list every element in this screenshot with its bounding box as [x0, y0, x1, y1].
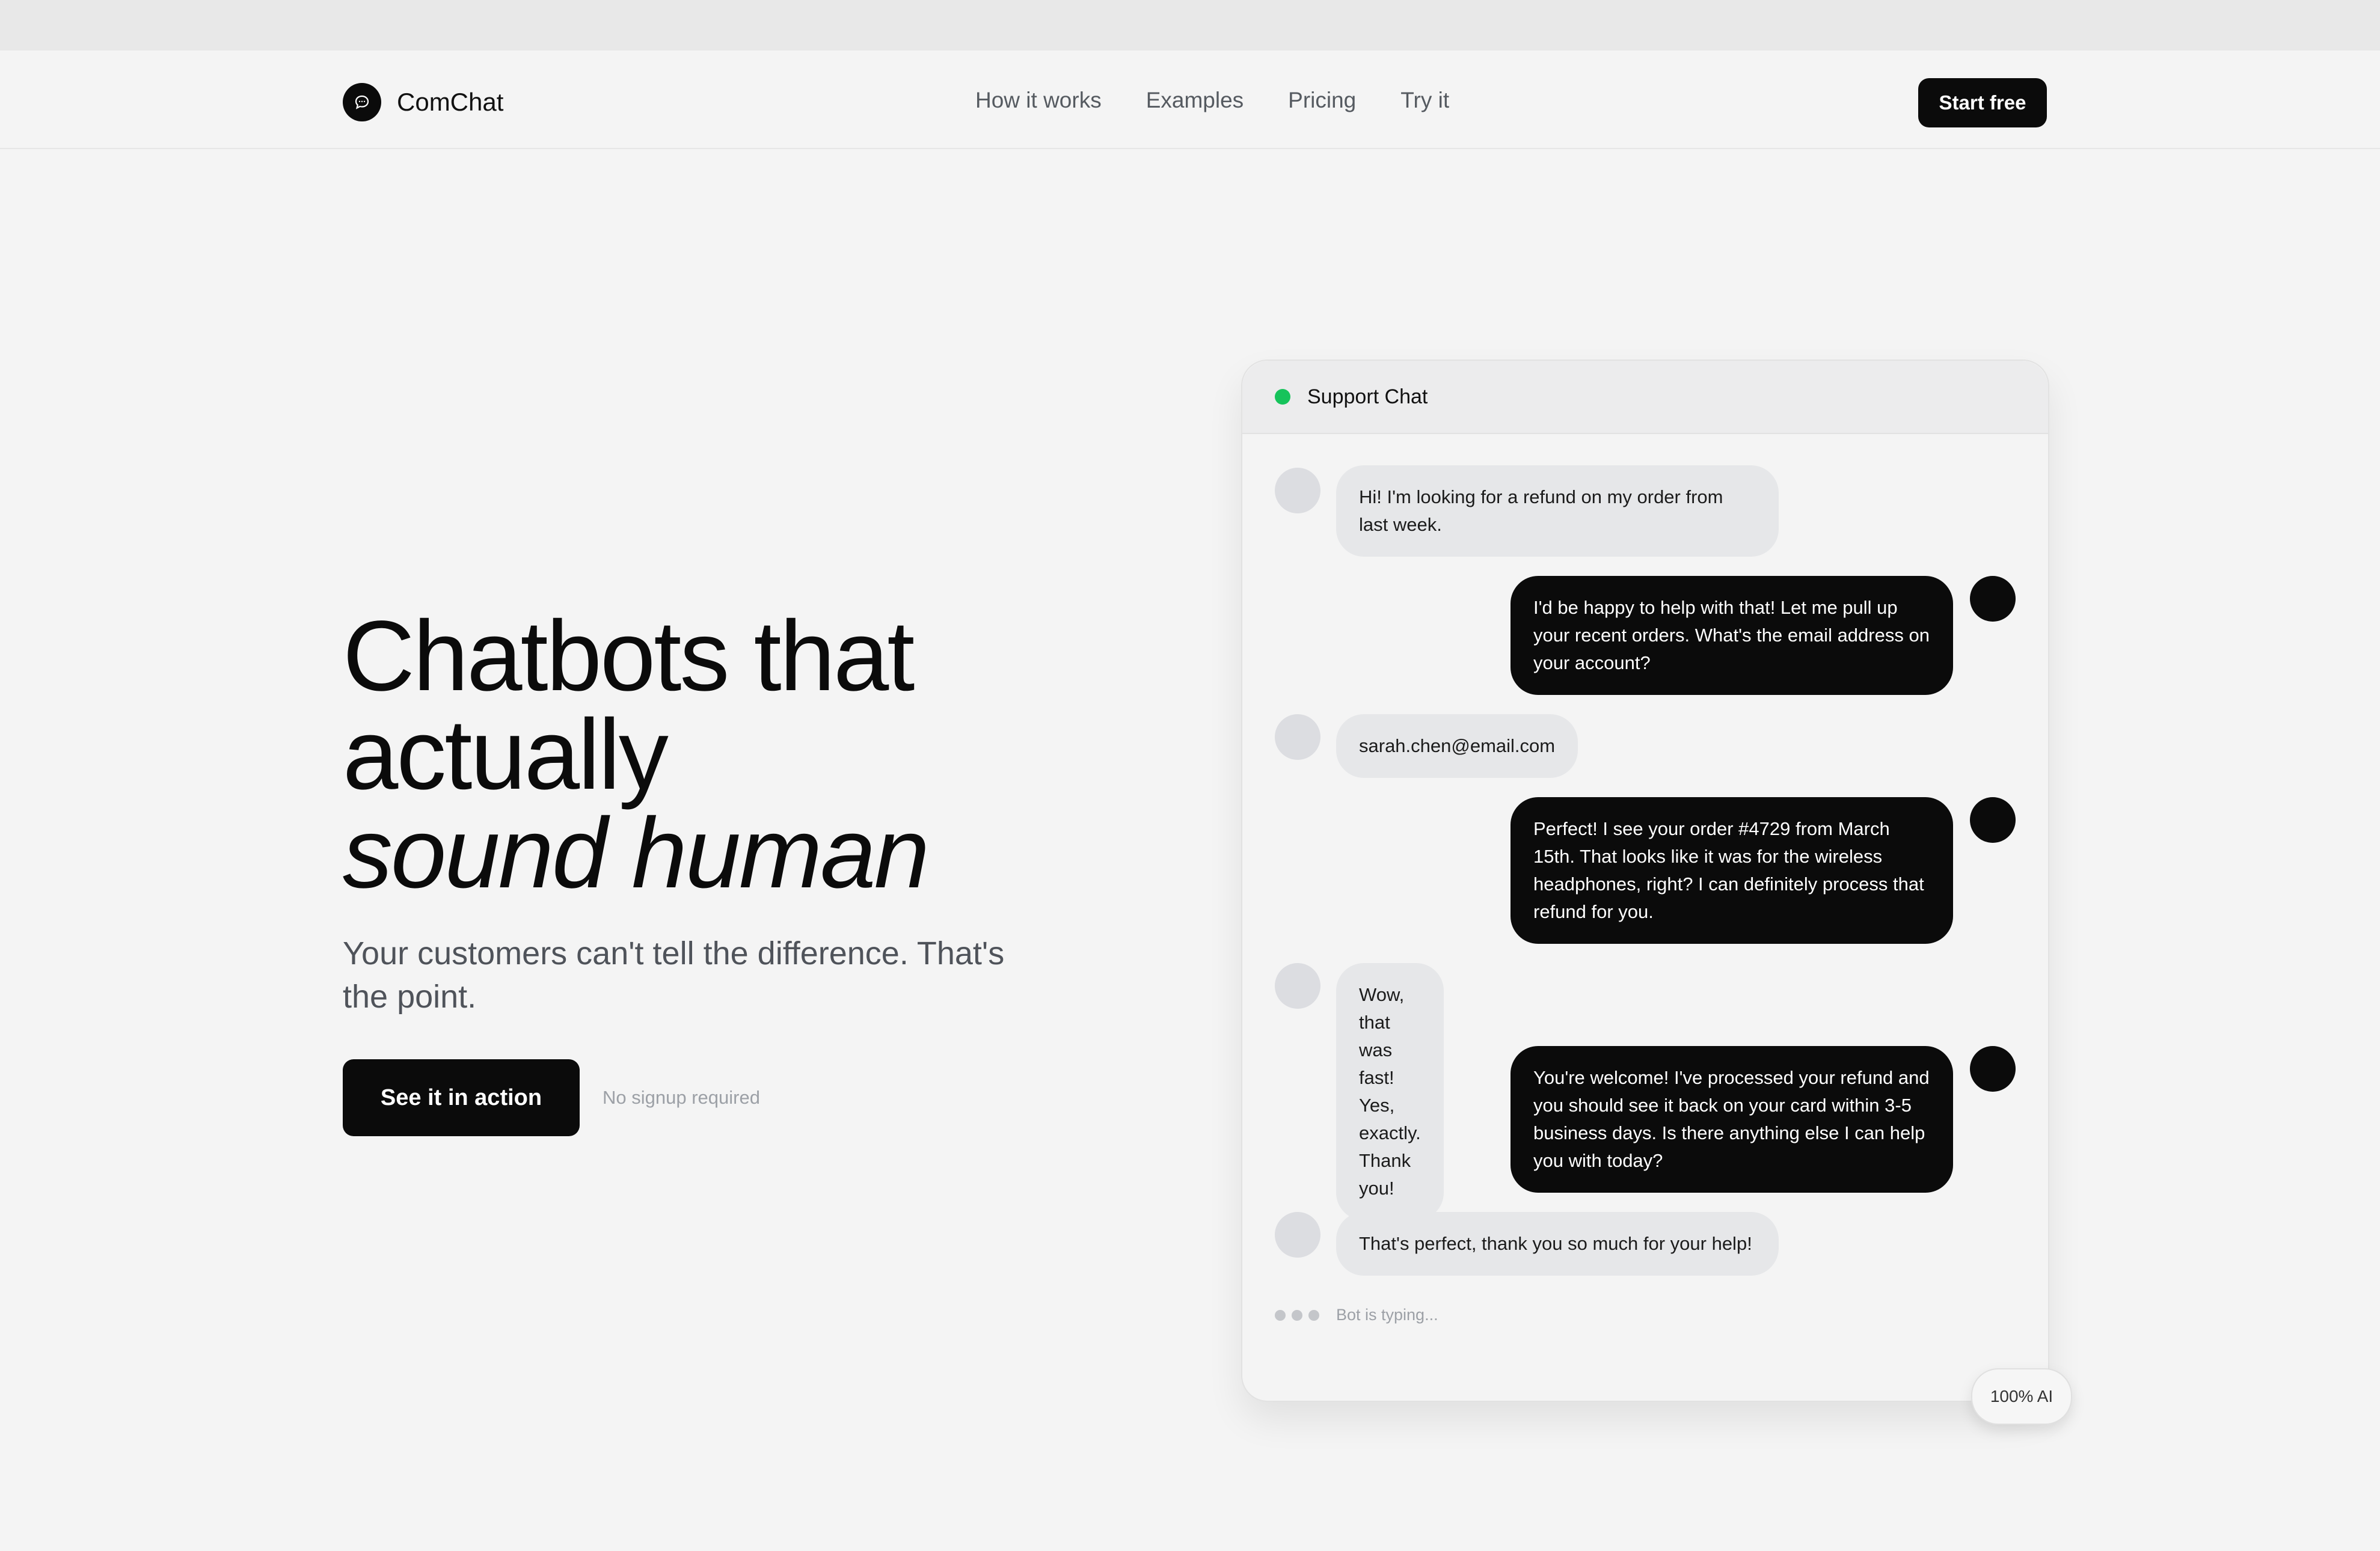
navbar: ComChat How it works Examples Pricing Tr…	[0, 50, 2380, 149]
chat-bubble-icon	[343, 83, 381, 121]
hero-subheading: Your customers can't tell the difference…	[343, 935, 1005, 1015]
nav-link-pricing[interactable]: Pricing	[1288, 88, 1356, 113]
nav-link-how-it-works[interactable]: How it works	[975, 88, 1102, 113]
headline-line-3: sound human	[343, 798, 930, 909]
typing-dot-icon	[1308, 1309, 1319, 1321]
chat-preview-window: Support Chat Hi! I'm looking for a refun…	[1241, 359, 2072, 1425]
typing-dot-icon	[1275, 1309, 1286, 1321]
chat-title: Support Chat	[1307, 385, 1428, 408]
hero-section: Chatbots that actually sound human Your …	[343, 607, 1124, 1136]
message-bubble: sarah.chen@email.com	[1336, 714, 1578, 778]
start-free-button[interactable]: Start free	[1918, 78, 2047, 127]
bot-avatar	[1970, 576, 2016, 622]
chat-header: Support Chat	[1242, 361, 2048, 434]
message-bubble: Wow, that was fast! Yes, exactly. Thank …	[1336, 963, 1444, 1220]
typing-text: Bot is typing...	[1336, 1306, 1438, 1324]
message-bubble: You're welcome! I've processed your refu…	[1511, 1046, 1953, 1193]
user-avatar	[1275, 468, 1320, 513]
nav-link-try-it[interactable]: Try it	[1400, 88, 1449, 113]
online-status-icon	[1275, 389, 1290, 405]
main-nav: How it works Examples Pricing Try it	[975, 88, 1449, 113]
browser-top-strip	[0, 0, 2380, 50]
bot-avatar	[1970, 1046, 2016, 1092]
message-bubble: I'd be happy to help with that! Let me p…	[1511, 576, 1953, 695]
ai-badge: 100% AI	[1971, 1368, 2072, 1425]
nav-link-examples[interactable]: Examples	[1146, 88, 1244, 113]
hero-actions: See it in action No signup required	[343, 1059, 1124, 1136]
message-bubble: Hi! I'm looking for a refund on my order…	[1336, 465, 1779, 557]
brand-name: ComChat	[397, 88, 504, 116]
user-avatar	[1275, 714, 1320, 760]
brand-logo[interactable]: ComChat	[343, 83, 503, 121]
user-avatar	[1275, 963, 1320, 1009]
no-signup-note: No signup required	[603, 1087, 760, 1108]
bot-avatar	[1970, 797, 2016, 843]
message-bubble: Perfect! I see your order #4729 from Mar…	[1511, 797, 1953, 944]
headline-line-2: actually	[343, 699, 669, 810]
typing-indicator: Bot is typing...	[1275, 1306, 1438, 1324]
typing-dot-icon	[1292, 1309, 1302, 1321]
message-bubble: That's perfect, thank you so much for yo…	[1336, 1212, 1779, 1276]
see-it-in-action-button[interactable]: See it in action	[343, 1059, 580, 1136]
headline-line-1: Chatbots that	[343, 601, 915, 712]
user-avatar	[1275, 1212, 1320, 1258]
